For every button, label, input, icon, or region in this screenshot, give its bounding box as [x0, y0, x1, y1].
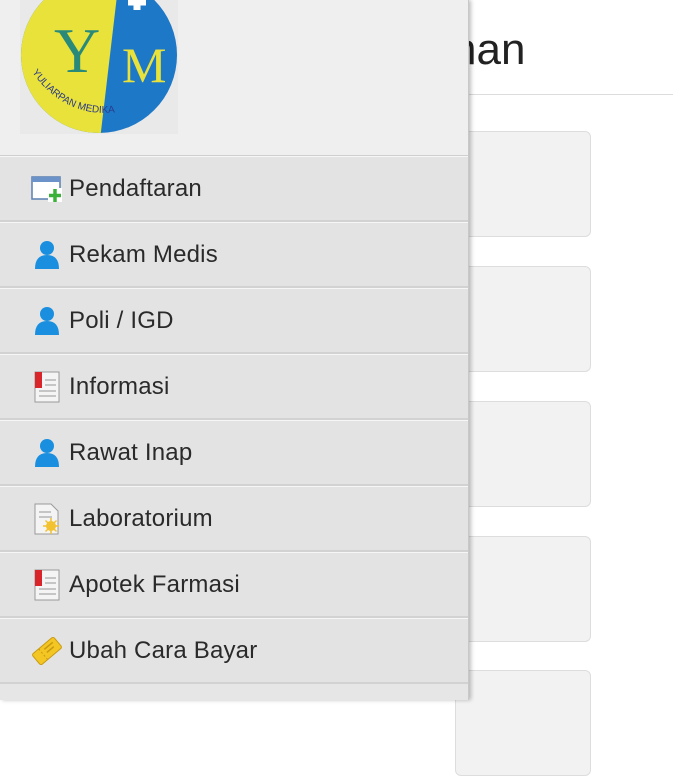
menu-item-label: Pendaftaran — [69, 174, 202, 202]
drawer-header: Y M YULIARPAN MEDIKA — [0, 0, 468, 156]
drawer-menu: Pendaftaran Rekam Medis Poli / IGD Infor… — [0, 156, 468, 684]
menu-item-label: Apotek Farmasi — [69, 570, 240, 598]
menu-item-poli-igd[interactable]: Poli / IGD — [0, 288, 468, 354]
document-icon — [30, 370, 64, 404]
menu-item-label: Ubah Cara Bayar — [69, 636, 258, 664]
menu-item-rawat-inap[interactable]: Rawat Inap — [0, 420, 468, 486]
content-card[interactable] — [455, 401, 591, 507]
content-card[interactable] — [455, 536, 591, 642]
user-icon — [30, 436, 64, 470]
navigation-drawer: Y M YULIARPAN MEDIKA Pendaftaran Rekam M… — [0, 0, 469, 700]
document-icon — [30, 568, 64, 602]
menu-item-label: Rawat Inap — [69, 438, 193, 466]
registration-window-icon — [30, 172, 64, 206]
lab-document-icon — [30, 502, 64, 536]
title-divider — [468, 94, 673, 95]
menu-item-label: Laboratorium — [69, 504, 213, 532]
content-card[interactable] — [455, 131, 591, 237]
menu-item-ubah-cara-bayar[interactable]: Ubah Cara Bayar — [0, 618, 468, 684]
svg-text:M: M — [122, 37, 166, 93]
svg-text:Y: Y — [54, 15, 100, 86]
content-card[interactable] — [455, 266, 591, 372]
menu-item-laboratorium[interactable]: Laboratorium — [0, 486, 468, 552]
ticket-icon — [30, 634, 64, 668]
menu-item-label: Rekam Medis — [69, 240, 218, 268]
menu-item-rekam-medis[interactable]: Rekam Medis — [0, 222, 468, 288]
menu-item-label: Poli / IGD — [69, 306, 174, 334]
app-logo: Y M YULIARPAN MEDIKA — [20, 0, 178, 134]
content-card[interactable] — [455, 670, 591, 776]
user-icon — [30, 304, 64, 338]
user-icon — [30, 238, 64, 272]
menu-item-apotek-farmasi[interactable]: Apotek Farmasi — [0, 552, 468, 618]
menu-item-informasi[interactable]: Informasi — [0, 354, 468, 420]
menu-item-label: Informasi — [69, 372, 170, 400]
menu-item-pendaftaran[interactable]: Pendaftaran — [0, 156, 468, 222]
